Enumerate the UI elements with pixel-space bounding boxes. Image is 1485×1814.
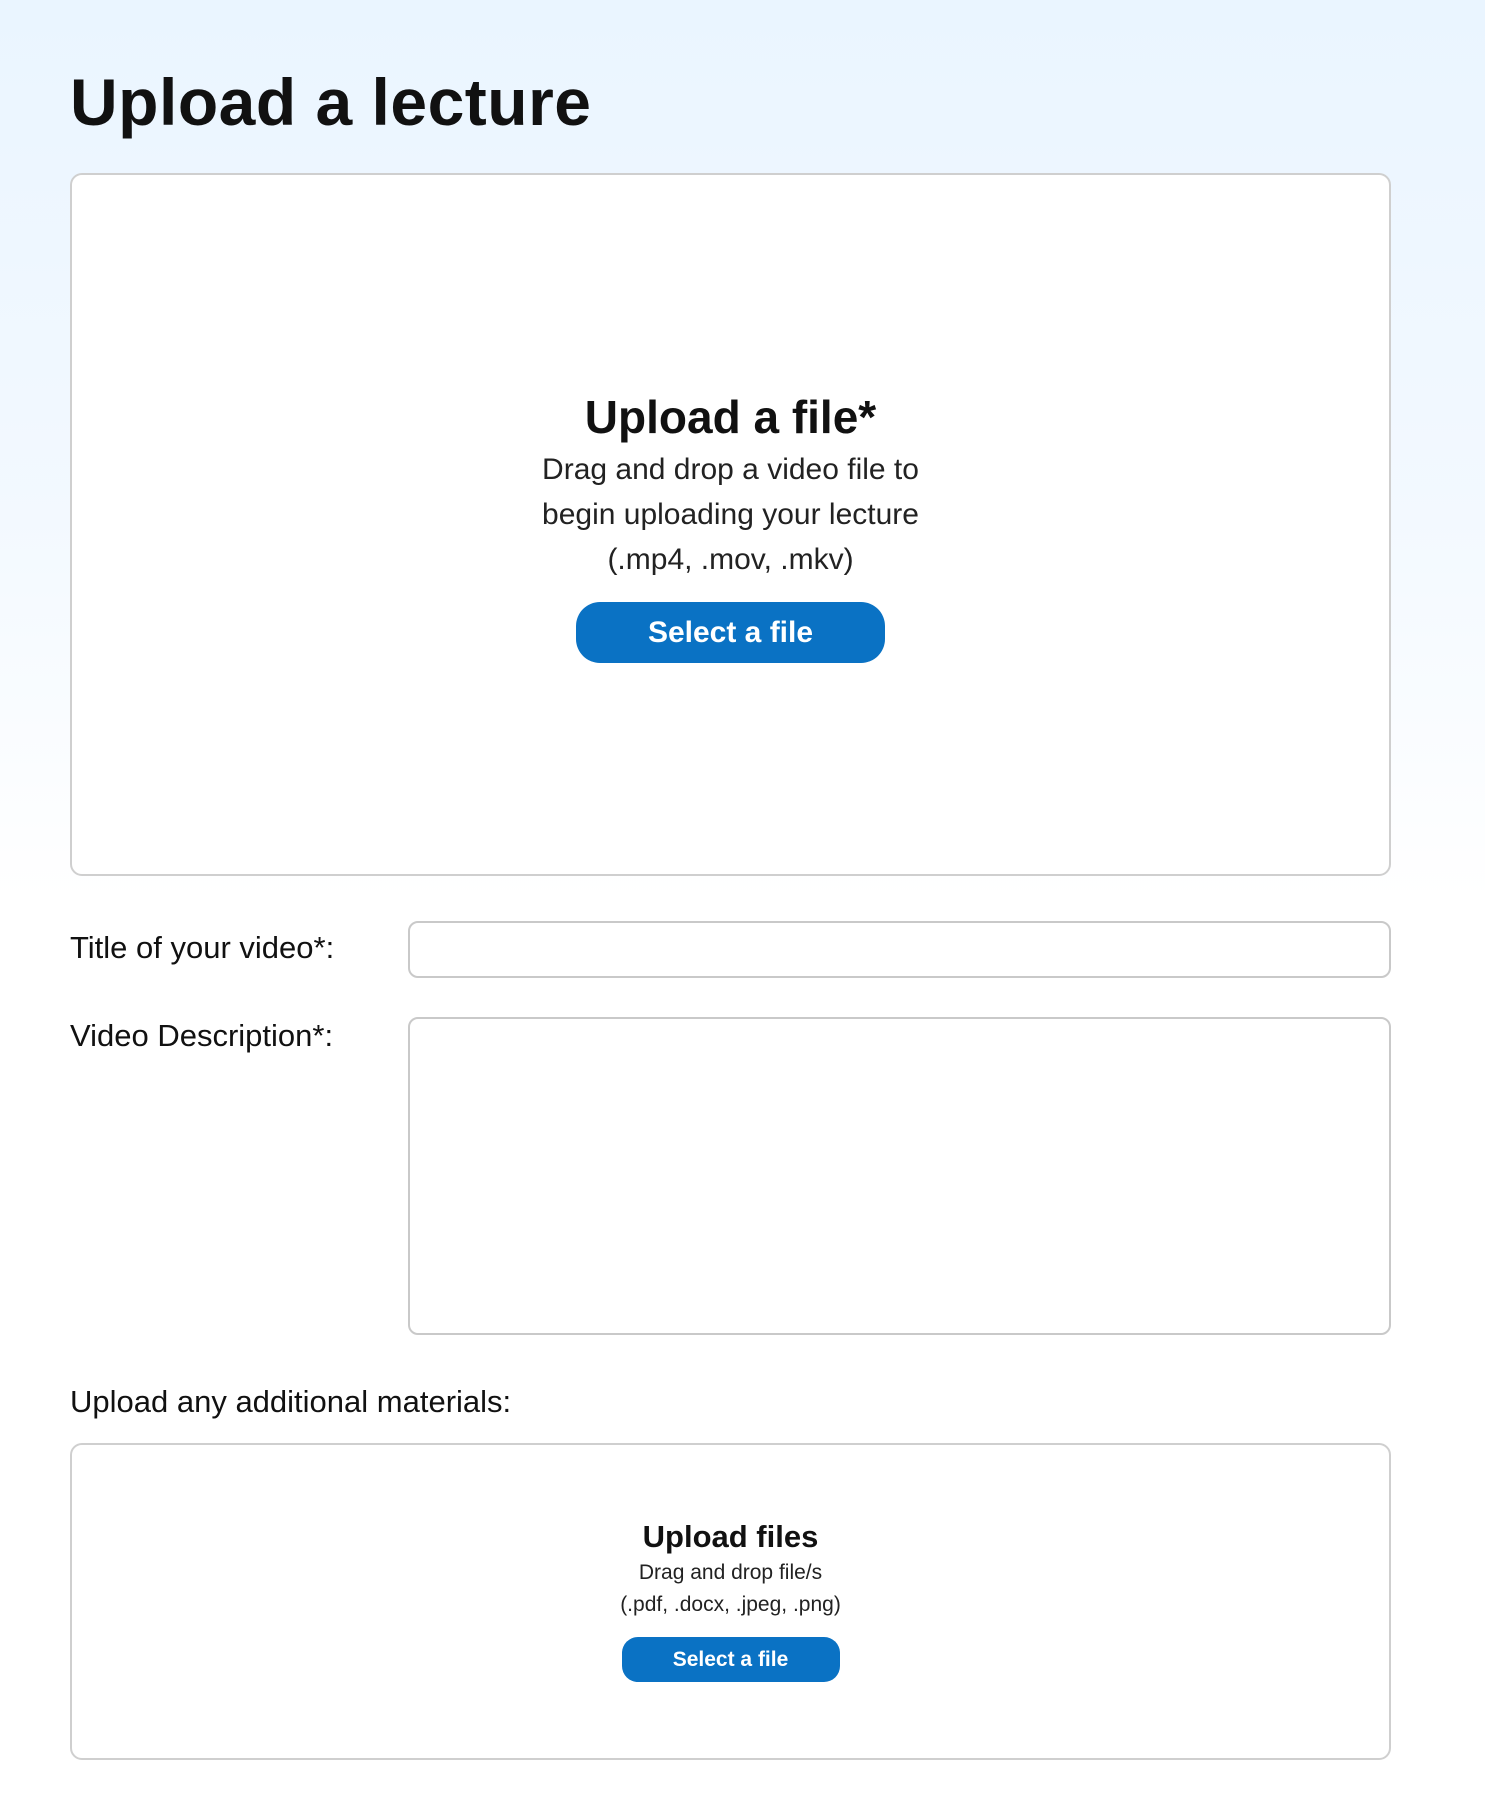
- materials-upload-instruction-line: Drag and drop file/s: [638, 1561, 823, 1584]
- video-title-label: Title of your video*:: [70, 930, 335, 965]
- materials-upload-instructions: Drag and drop file/s (.pdf, .docx, .jpeg…: [72, 1557, 1389, 1621]
- additional-materials-label: Upload any additional materials:: [70, 1384, 512, 1419]
- select-video-file-button[interactable]: Select a file: [576, 602, 885, 663]
- video-description-label: Video Description*:: [70, 1018, 334, 1053]
- materials-upload-formats: (.pdf, .docx, .jpeg, .png): [620, 1593, 841, 1616]
- select-materials-file-button[interactable]: Select a file: [621, 1637, 840, 1682]
- video-upload-instructions: Drag and drop a video file to begin uplo…: [72, 447, 1389, 582]
- video-upload-instruction-line: begin uploading your lecture: [542, 498, 919, 531]
- video-dropzone-content: Upload a file* Drag and drop a video fil…: [72, 387, 1389, 663]
- materials-upload-title: Upload files: [642, 1519, 819, 1554]
- video-upload-formats: (.mp4, .mov, .mkv): [607, 543, 854, 576]
- video-dropzone[interactable]: Upload a file* Drag and drop a video fil…: [70, 173, 1391, 876]
- materials-dropzone-content: Upload files Drag and drop file/s (.pdf,…: [72, 1517, 1389, 1682]
- video-upload-title: Upload a file*: [584, 391, 877, 443]
- video-description-textarea[interactable]: [408, 1017, 1391, 1335]
- video-upload-instruction-line: Drag and drop a video file to: [542, 453, 919, 486]
- page-title: Upload a lecture: [70, 65, 592, 139]
- video-title-input[interactable]: [408, 921, 1391, 978]
- materials-dropzone[interactable]: Upload files Drag and drop file/s (.pdf,…: [70, 1443, 1391, 1760]
